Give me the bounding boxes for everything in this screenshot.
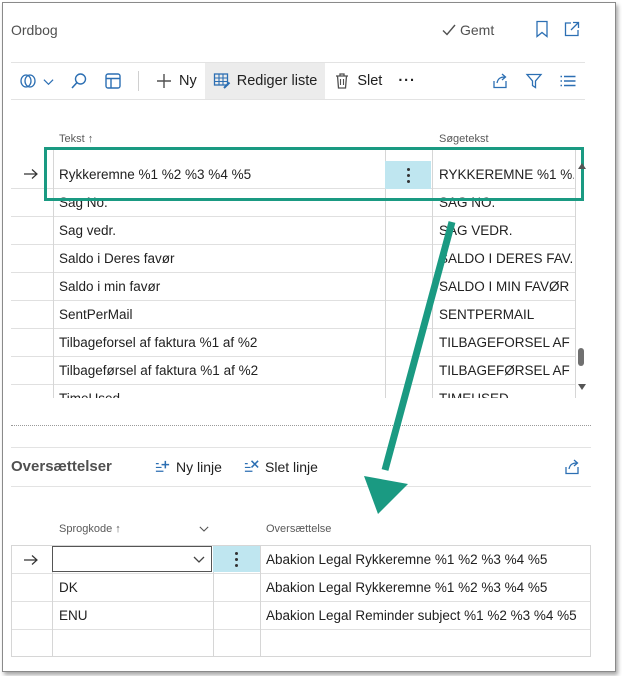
cell-translation[interactable]: Abakion Legal Rykkeremne %1 %2 %3 %4 %5 xyxy=(266,574,547,602)
open-new-window-icon[interactable] xyxy=(563,20,581,38)
new-line-button[interactable]: Ny linje xyxy=(154,458,222,475)
check-icon xyxy=(442,24,456,36)
search-button[interactable] xyxy=(62,63,96,99)
delete-line-icon xyxy=(244,460,259,472)
cell-text[interactable]: Sag vedr. xyxy=(59,217,116,245)
bookmark-icon[interactable] xyxy=(533,20,551,38)
cell-translation[interactable]: Abakion Legal Rykkeremne %1 %2 %3 %4 %5 xyxy=(266,546,547,574)
column-header-language-code-label: Sprogkode ↑ xyxy=(59,523,121,535)
filter-icon xyxy=(525,73,543,89)
cell-language-code[interactable]: ENU xyxy=(59,602,88,630)
scroll-down-arrow[interactable] xyxy=(578,384,586,390)
table-row[interactable]: ENU Abakion Legal Reminder subject %1 %2… xyxy=(11,602,591,630)
layers-icon xyxy=(20,74,36,88)
cell-text[interactable]: Saldo i min favør xyxy=(59,273,160,301)
cell-language-code[interactable]: DK xyxy=(59,574,78,602)
more-options-button[interactable]: ··· xyxy=(390,63,424,99)
filter-button[interactable] xyxy=(517,63,551,99)
cell-text[interactable]: TimeUsed xyxy=(59,385,120,398)
new-line-icon xyxy=(155,460,170,472)
column-header-translation[interactable]: Oversættelse xyxy=(266,523,331,535)
table-row[interactable]: Saldo i min favør SALDO I MIN FAVØR xyxy=(11,273,576,301)
delete-line-label: Slet linje xyxy=(265,458,318,475)
table-row[interactable]: SentPerMail SENTPERMAIL xyxy=(11,301,576,329)
row-pointer-arrow-icon xyxy=(24,169,38,179)
share-icon[interactable] xyxy=(563,458,581,476)
share-icon xyxy=(493,73,507,89)
more-vertical-icon xyxy=(235,551,238,567)
language-code-select[interactable] xyxy=(52,546,212,572)
chevron-down-icon[interactable] xyxy=(199,524,209,533)
table-view-icon xyxy=(105,73,121,89)
page-title: Ordbog xyxy=(11,22,58,38)
new-label: Ny xyxy=(179,73,197,89)
delete-button[interactable]: Slet xyxy=(325,63,390,99)
list-view-button[interactable] xyxy=(96,63,130,99)
column-header-text[interactable]: Tekst ↑ xyxy=(59,133,93,145)
more-label: ··· xyxy=(398,73,416,89)
part-divider xyxy=(11,425,591,426)
share-button[interactable] xyxy=(483,63,517,99)
views-menu-button[interactable] xyxy=(11,63,62,99)
cell-text[interactable]: SentPerMail xyxy=(59,301,133,329)
trash-icon xyxy=(336,73,349,89)
column-divider xyxy=(11,545,12,657)
row-actions-button[interactable] xyxy=(213,546,260,572)
saved-label: Gemt xyxy=(460,22,495,38)
plus-icon xyxy=(157,74,171,88)
saved-status: Gemt xyxy=(442,22,494,38)
highlight-annotation-box xyxy=(44,147,584,201)
edit-grid-icon xyxy=(213,73,230,89)
search-icon xyxy=(71,73,87,89)
row-pointer-arrow-icon xyxy=(24,555,38,565)
table-row[interactable]: DK Abakion Legal Rykkeremne %1 %2 %3 %4 … xyxy=(11,574,591,602)
action-bar: Ny Rediger liste Slet ··· xyxy=(11,62,585,100)
edit-list-button[interactable]: Rediger liste xyxy=(204,63,326,99)
table-row[interactable]: Tilbageførsel af faktura %1 af %2 TILBAG… xyxy=(11,357,576,385)
toolbar-divider xyxy=(138,71,139,91)
cell-translation[interactable]: Abakion Legal Reminder subject %1 %2 %3 … xyxy=(266,602,577,630)
column-header-language-code[interactable]: Sprogkode ↑ xyxy=(59,523,121,535)
new-button[interactable]: Ny xyxy=(147,63,205,99)
table-row[interactable]: TimeUsed TIMEUSED xyxy=(11,385,576,398)
column-divider xyxy=(260,545,261,657)
cell-text[interactable]: Tilbageførsel af faktura %1 af %2 xyxy=(59,357,258,385)
chevron-down-icon xyxy=(43,78,54,85)
table-row[interactable]: Saldo i Deres favør SALDO I DERES FAV... xyxy=(11,245,576,273)
chevron-down-icon xyxy=(193,556,205,563)
cell-text[interactable]: Tilbageforsel af faktura %1 af %2 xyxy=(59,329,257,357)
list-layout-button[interactable] xyxy=(551,63,585,99)
table-row[interactable]: Sag vedr. SAG VEDR. xyxy=(11,217,576,245)
table-row[interactable]: Tilbageforsel af faktura %1 af %2 TILBAG… xyxy=(11,329,576,357)
column-divider xyxy=(590,545,591,657)
scrollbar-thumb[interactable] xyxy=(578,348,584,366)
annotation-arrow-icon xyxy=(364,221,456,514)
cell-text[interactable]: Saldo i Deres favør xyxy=(59,245,175,273)
delete-line-button[interactable]: Slet linje xyxy=(243,458,318,475)
new-line-label: Ny linje xyxy=(176,458,222,475)
scroll-up-arrow[interactable] xyxy=(578,163,586,169)
page-header: Ordbog Gemt xyxy=(0,0,622,52)
translations-title: Oversættelser xyxy=(11,458,112,475)
list-icon xyxy=(560,75,576,87)
delete-label: Slet xyxy=(357,73,383,89)
edit-list-label: Rediger liste xyxy=(236,73,318,89)
table-row[interactable] xyxy=(11,630,591,658)
column-header-search-text[interactable]: Søgetekst xyxy=(439,133,489,145)
